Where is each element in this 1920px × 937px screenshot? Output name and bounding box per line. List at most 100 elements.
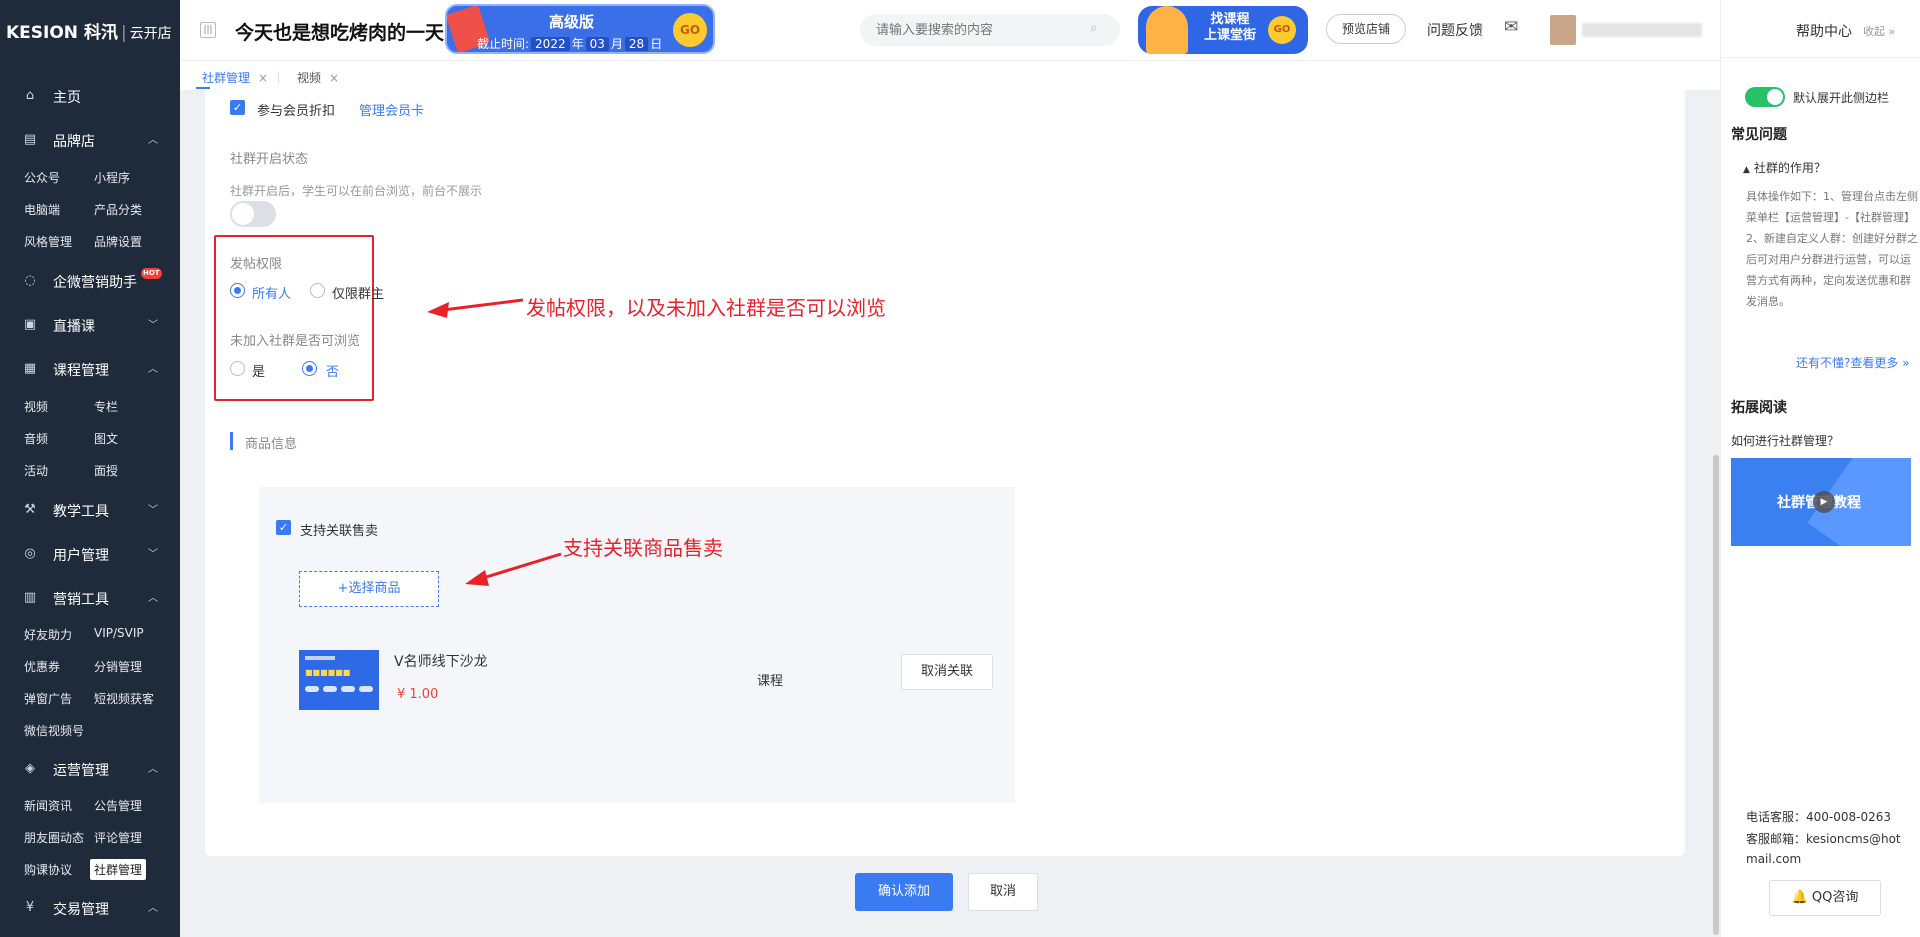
go-button[interactable]: GO: [1268, 16, 1296, 44]
form-card: ✓ 参与会员折扣 管理会员卡 社群开启状态 社群开启后，学生可以在前台浏览，前台…: [205, 90, 1685, 856]
chevron-down-icon: ﹀: [148, 320, 158, 331]
logo: KESION 科汛 | 云开店: [6, 23, 172, 43]
menu-course[interactable]: ▦ 课程管理 ︿: [0, 356, 180, 384]
sidebar-item-notice[interactable]: 公告管理: [94, 797, 142, 814]
sidebar-item-moments[interactable]: 朋友圈动态: [24, 829, 84, 846]
help-collapse-link[interactable]: 收起 »: [1863, 23, 1895, 39]
menu-marketing[interactable]: ▥ 营销工具 ︿: [0, 585, 180, 613]
search-input[interactable]: [860, 14, 1120, 46]
qq-consult-button[interactable]: 🔔 QQ咨询: [1769, 880, 1881, 916]
deadline: 截止时间: 2022 年 03 月 28 日: [477, 37, 663, 51]
store-title: 今天也是想吃烤肉的一天: [235, 22, 445, 44]
support-sale-checkbox[interactable]: ✓: [276, 520, 291, 535]
view-more-link[interactable]: 还有不懂?查看更多 »: [1796, 354, 1910, 371]
sidebar-item-activity[interactable]: 活动: [24, 462, 48, 479]
status-hint: 社群开启后，学生可以在前台浏览，前台不展示: [230, 184, 483, 198]
sidebar-item-vip[interactable]: VIP/SVIP: [94, 626, 144, 640]
product-type: 课程: [757, 674, 784, 689]
sidebar-item-purchase-agreement[interactable]: 购课协议: [24, 861, 72, 878]
sidebar-item-mini-program[interactable]: 小程序: [94, 169, 130, 186]
sidebar-item-distribution[interactable]: 分销管理: [94, 658, 142, 675]
sidebar-item-brand-settings[interactable]: 品牌设置: [94, 233, 142, 250]
radio-owner-only[interactable]: [310, 283, 325, 298]
feedback-link[interactable]: 问题反馈: [1427, 20, 1483, 40]
extended-reading-link[interactable]: 如何进行社群管理？: [1731, 432, 1839, 449]
double-chevron-right-icon: »: [1888, 25, 1896, 38]
sidebar-item-column[interactable]: 专栏: [94, 398, 118, 415]
chevron-down-icon: ﹀: [148, 549, 158, 560]
post-permission-label: 发帖权限: [230, 257, 283, 272]
tutorial-video[interactable]: 社群管理教程 ▶: [1731, 458, 1911, 546]
annotation-arrow: [465, 552, 562, 586]
annotation-arrow: [427, 298, 524, 318]
sidebar-item-coupon[interactable]: 优惠券: [24, 658, 60, 675]
avatar[interactable]: [1550, 15, 1576, 45]
member-discount-checkbox[interactable]: ✓: [230, 100, 245, 115]
community-status-toggle[interactable]: [230, 201, 276, 227]
mail-icon[interactable]: ✉: [1504, 17, 1518, 37]
search-icon[interactable]: ⌕: [1090, 20, 1098, 36]
home-icon: ⌂: [25, 88, 35, 103]
sidebar-item-article[interactable]: 图文: [94, 430, 118, 447]
gift-icon: ▥: [23, 590, 37, 605]
sidebar-item-offline[interactable]: 面授: [94, 462, 118, 479]
play-icon[interactable]: ▶: [1813, 491, 1835, 513]
course-street-banner[interactable]: 找课程 上课堂街 GO: [1138, 6, 1308, 54]
go-button[interactable]: GO: [673, 13, 707, 47]
menu-trade[interactable]: ¥ 交易管理 ︿: [0, 895, 180, 923]
status-label: 社群开启状态: [230, 152, 309, 167]
tab-bar: 社群管理 × 视频 ×: [180, 60, 1720, 90]
sidebar-item-friend-help[interactable]: 好友助力: [24, 626, 72, 643]
close-icon[interactable]: ×: [329, 71, 339, 85]
store-icon: ▤: [23, 132, 37, 147]
sidebar-item-wechat-channel[interactable]: 微信视频号: [24, 722, 84, 739]
sidebar-item-video[interactable]: 视频: [24, 398, 48, 415]
layers-icon: ◈: [25, 761, 35, 776]
active-tab-underline: [196, 87, 210, 89]
select-goods-button[interactable]: +选择商品: [299, 571, 439, 607]
default-open-label: 默认展开此侧边栏: [1793, 91, 1890, 105]
sidebar-item-official-account[interactable]: 公众号: [24, 169, 60, 186]
tab-community[interactable]: 社群管理 ×: [202, 69, 268, 86]
sidebar-item-pc[interactable]: 电脑端: [24, 201, 60, 218]
preview-store-button[interactable]: 预览店铺: [1326, 14, 1406, 44]
sidebar-item-popup-ad[interactable]: 弹窗广告: [24, 690, 72, 707]
help-panel: 帮助中心 收起 » 默认展开此侧边栏 常见问题 ▲ 社群的作用？ 具体操作如下：1…: [1720, 0, 1920, 937]
default-open-toggle[interactable]: [1745, 87, 1785, 107]
manage-member-card-link[interactable]: 管理会员卡: [359, 100, 424, 119]
chevron-down-icon: ﹀: [148, 505, 158, 516]
cancel-button[interactable]: 取消: [968, 873, 1038, 911]
menu-live[interactable]: ▣ 直播课 ﹀: [0, 312, 180, 340]
close-icon[interactable]: ×: [258, 71, 268, 85]
sidebar-item-short-video[interactable]: 短视频获客: [94, 690, 154, 707]
menu-users[interactable]: ◎ 用户管理 ﹀: [0, 541, 180, 569]
sidebar-item-audio[interactable]: 音频: [24, 430, 48, 447]
menu-operation[interactable]: ◈ 运营管理 ︿: [0, 756, 180, 784]
faq-answer: 具体操作如下：1、管理台点击左侧菜单栏【运营管理】-【社群管理】2、新建自定义人…: [1746, 190, 1918, 308]
radio-browse-yes[interactable]: [230, 361, 245, 376]
sidebar-item-style[interactable]: 风格管理: [24, 233, 72, 250]
menu-teaching[interactable]: ⚒ 教学工具 ﹀: [0, 497, 180, 525]
edition-banner[interactable]: 高级版 截止时间: 2022 年 03 月 28 日 GO: [445, 4, 715, 54]
tab-video[interactable]: 视频 ×: [297, 69, 339, 86]
sidebar-item-news[interactable]: 新闻资讯: [24, 797, 72, 814]
tool-icon: ⚒: [24, 502, 36, 517]
menu-collapse-icon[interactable]: |||: [200, 22, 216, 38]
menu-home[interactable]: ⌂ 主页: [0, 83, 180, 111]
double-chevron-right-icon: »: [1902, 356, 1910, 370]
top-header: ||| 今天也是想吃烤肉的一天 高级版 截止时间: 2022 年 03 月 28 日 GO …: [180, 0, 1720, 60]
radio-browse-no-label: 否: [326, 365, 340, 380]
scrollbar-thumb[interactable]: [1713, 455, 1719, 935]
menu-brand-store[interactable]: ▤ 品牌店 ︿: [0, 127, 180, 155]
sidebar-item-community[interactable]: 社群管理: [90, 859, 147, 880]
menu-wecom[interactable]: ◌ 企微营销助手 HOT: [0, 268, 180, 296]
faq-question[interactable]: ▲ 社群的作用？: [1743, 159, 1826, 176]
sidebar-item-product-category[interactable]: 产品分类: [94, 201, 142, 218]
divider: [1721, 57, 1920, 58]
confirm-add-button[interactable]: 确认添加: [855, 873, 953, 911]
radio-owner-only-label: 仅限群主: [332, 287, 385, 302]
radio-everyone[interactable]: [230, 283, 245, 298]
unlink-button[interactable]: 取消关联: [901, 654, 993, 690]
sidebar-item-comments[interactable]: 评论管理: [94, 829, 142, 846]
radio-browse-no[interactable]: [302, 361, 317, 376]
